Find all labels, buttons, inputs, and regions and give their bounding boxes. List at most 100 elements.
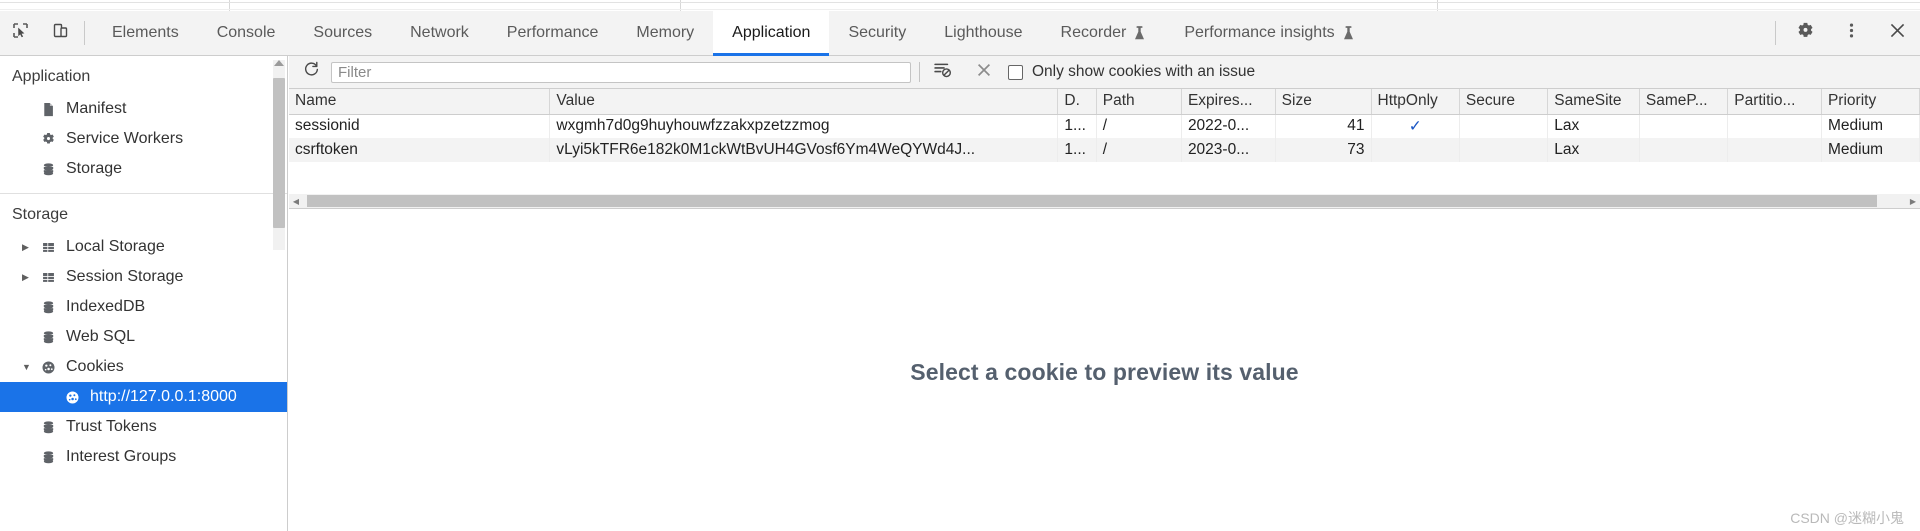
column-header-d[interactable]: D. — [1057, 89, 1097, 115]
sidebar-item-label: Storage — [66, 160, 123, 177]
panel-tab-list: Elements Console Sources Network Performance… — [93, 11, 1775, 56]
sidebar-item-web-sql[interactable]: ▶ Web SQL — [0, 322, 287, 352]
cookies-table: Name Value D. Path Expires... Size HttpOnly Sec… — [289, 89, 1920, 162]
sidebar-item-label: Cookies — [66, 358, 124, 375]
column-header-priority[interactable]: Priority — [1821, 89, 1920, 115]
only-issues-checkbox[interactable] — [1008, 64, 1023, 80]
gear-icon — [38, 132, 58, 147]
hscroll-track[interactable] — [303, 194, 1906, 208]
table-row[interactable]: sessionid wxgmh7d0g9huyhouwfzzakxpzetzzmo… — [289, 114, 1920, 138]
hscroll-thumb[interactable] — [307, 195, 1877, 207]
scroll-up-arrow-icon[interactable] — [274, 60, 284, 66]
cell-size: 73 — [1275, 138, 1372, 162]
page-content-remnant — [0, 0, 1920, 11]
tab-label: Lighthouse — [944, 24, 1023, 41]
cookies-filter-toolbar: Only show cookies with an issue — [289, 56, 1920, 89]
filterbar-divider — [919, 62, 920, 82]
cookies-filter-input[interactable] — [331, 61, 911, 83]
refresh-cookies-button[interactable] — [297, 59, 325, 85]
twisty-collapsed-icon[interactable]: ▶ — [22, 272, 36, 282]
column-header-value[interactable]: Value — [549, 89, 1059, 115]
tab-security[interactable]: Security — [829, 11, 925, 55]
column-header-name[interactable]: Name — [289, 89, 551, 115]
sidebar-item-local-storage[interactable]: ▶ Local Storage — [0, 232, 287, 262]
tab-performance[interactable]: Performance — [488, 11, 618, 55]
sidebar-item-storage[interactable]: ▶ Storage — [0, 154, 287, 184]
database-icon — [38, 162, 58, 177]
sidebar-item-label: Trust Tokens — [66, 418, 157, 435]
only-issues-checkbox-row[interactable]: Only show cookies with an issue — [1008, 63, 1255, 81]
tab-lighthouse[interactable]: Lighthouse — [925, 11, 1041, 55]
clear-all-cookies-button[interactable] — [970, 59, 998, 85]
scroll-left-arrow-icon[interactable]: ◀ — [289, 197, 303, 206]
tab-elements[interactable]: Elements — [93, 11, 198, 55]
column-header-expires[interactable]: Expires... — [1181, 89, 1276, 115]
sidebar-item-cookies[interactable]: ▼ Cookies — [0, 352, 287, 382]
column-header-secure[interactable]: Secure — [1459, 89, 1549, 115]
application-sidebar: Application ▶ Manifest ▶ Service Workers ▶ Sto… — [0, 56, 288, 531]
sidebar-item-label: Session Storage — [66, 268, 184, 285]
scroll-right-arrow-icon[interactable]: ▶ — [1906, 197, 1920, 206]
sidebar-section-title: Application — [12, 68, 91, 85]
table-grid-icon — [38, 240, 58, 255]
table-row[interactable]: csrftoken vLyi5kTFR6e182k0M1ckWtBvUH4GVos… — [289, 138, 1920, 162]
cookies-horizontal-scrollbar[interactable]: ◀ ▶ — [289, 194, 1920, 208]
cell-same-site: Lax — [1547, 114, 1640, 138]
sidebar-item-indexeddb[interactable]: ▶ IndexedDB — [0, 292, 287, 322]
cell-domain: 1... — [1057, 138, 1097, 162]
twisty-placeholder: ▶ — [22, 105, 36, 114]
tab-recorder[interactable]: Recorder — [1042, 11, 1166, 55]
sidebar-item-label: Interest Groups — [66, 448, 177, 465]
device-toggle-icon — [52, 22, 69, 44]
sidebar-item-manifest[interactable]: ▶ Manifest — [0, 94, 287, 124]
database-icon — [38, 420, 58, 435]
cell-http-only — [1371, 138, 1460, 162]
inspect-element-button[interactable] — [0, 11, 40, 55]
twisty-expanded-icon[interactable]: ▼ — [22, 362, 36, 372]
tab-label: Security — [848, 24, 907, 41]
tab-memory[interactable]: Memory — [617, 11, 713, 55]
column-header-samesite[interactable]: SameSite — [1547, 89, 1640, 115]
sidebar-item-interest-groups[interactable]: ▶ Interest Groups — [0, 442, 287, 472]
column-header-path[interactable]: Path — [1096, 89, 1182, 115]
twisty-placeholder: ▶ — [46, 393, 60, 402]
sidebar-scrollbar[interactable] — [273, 60, 285, 250]
cell-domain: 1... — [1057, 114, 1097, 138]
twisty-collapsed-icon[interactable]: ▶ — [22, 242, 36, 252]
cookies-panel: Only show cookies with an issue NameValu… — [289, 56, 1920, 531]
tab-label: Network — [410, 24, 469, 41]
tab-label: Sources — [313, 24, 373, 41]
more-options-button[interactable] — [1828, 11, 1874, 55]
close-icon — [1888, 21, 1907, 45]
sidebar-item-service-workers[interactable]: ▶ Service Workers — [0, 124, 287, 154]
column-header-partitio[interactable]: Partitio... — [1727, 89, 1822, 115]
tab-network[interactable]: Network — [391, 11, 488, 55]
cell-priority: Medium — [1821, 138, 1920, 162]
sidebar-item-session-storage[interactable]: ▶ Session Storage — [0, 262, 287, 292]
close-devtools-button[interactable] — [1874, 11, 1920, 55]
tab-label: Elements — [112, 24, 179, 41]
tab-performance-insights[interactable]: Performance insights — [1165, 11, 1373, 55]
cell-size: 41 — [1275, 114, 1372, 138]
settings-button[interactable] — [1782, 11, 1828, 55]
device-toolbar-toggle-button[interactable] — [40, 11, 80, 55]
column-header-samep[interactable]: SameP... — [1639, 89, 1729, 115]
sidebar-item-label: Local Storage — [66, 238, 165, 255]
column-header-size[interactable]: Size — [1275, 89, 1372, 115]
tab-sources[interactable]: Sources — [294, 11, 391, 55]
tab-console[interactable]: Console — [198, 11, 295, 55]
scrollbar-thumb[interactable] — [273, 78, 285, 228]
cookies-table-header-row: Name Value D. Path Expires... Size HttpOnly Sec… — [289, 89, 1920, 115]
sidebar-item-http-127-0-0-1-8000[interactable]: ▶ http://127.0.0.1:8000 — [0, 382, 287, 412]
cell-expires: 2023-0... — [1181, 138, 1276, 162]
cell-http-only: ✓ — [1371, 114, 1460, 138]
sidebar-item-trust-tokens[interactable]: ▶ Trust Tokens — [0, 412, 287, 442]
clear-all-x-icon — [975, 61, 993, 84]
refresh-icon — [303, 61, 320, 83]
cell-expires: 2022-0... — [1181, 114, 1276, 138]
column-header-httponly[interactable]: HttpOnly — [1371, 89, 1460, 115]
tab-application[interactable]: Application — [713, 11, 830, 56]
cell-partition-key — [1727, 138, 1822, 162]
database-icon — [38, 330, 58, 345]
clear-filter-button[interactable] — [928, 59, 956, 85]
